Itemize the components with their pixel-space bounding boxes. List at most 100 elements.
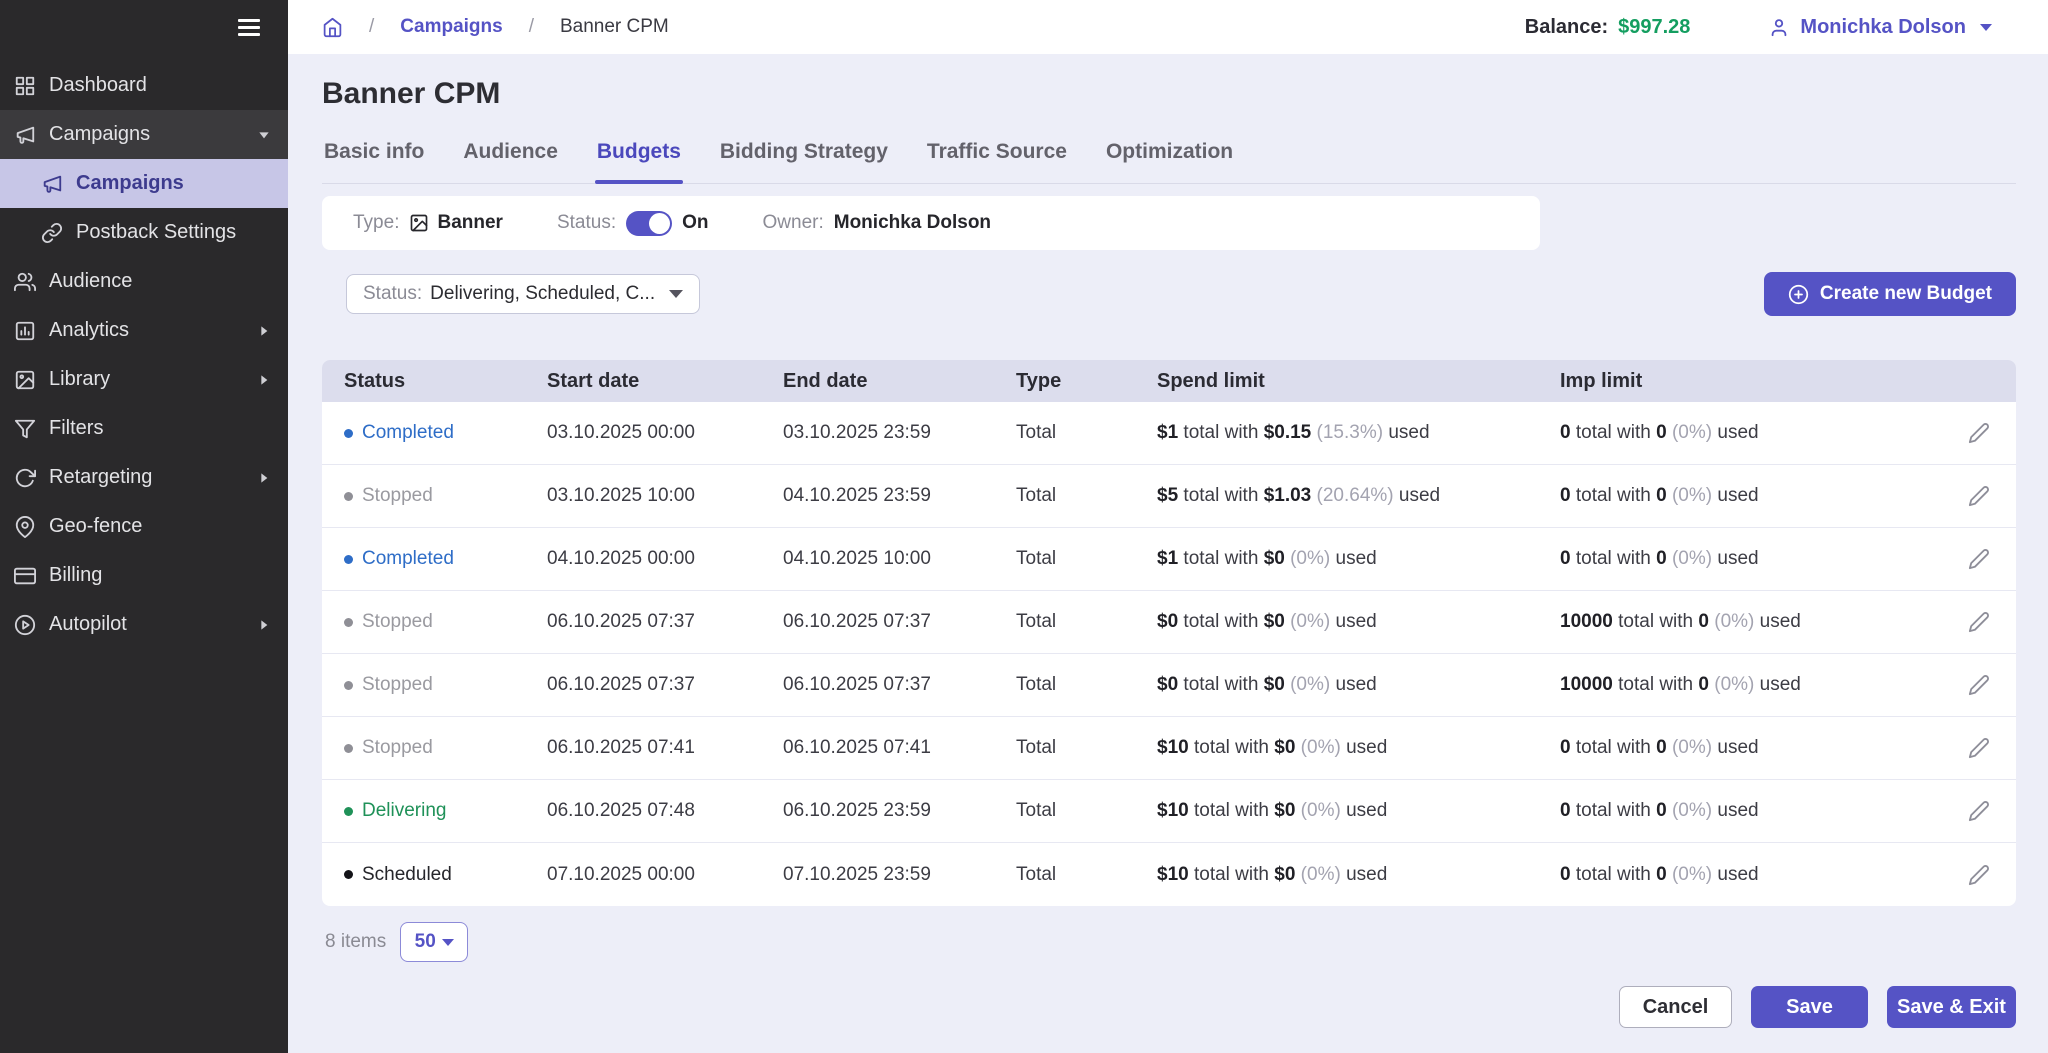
type-cell: Total (1016, 422, 1157, 444)
owner-value: Monichka Dolson (834, 212, 991, 234)
type-cell: Total (1016, 548, 1157, 570)
type-cell: Total (1016, 674, 1157, 696)
sidebar-item-geo-fence[interactable]: Geo-fence (0, 502, 288, 551)
pagination: 8 items 50 (322, 922, 2016, 962)
sidebar-item-campaigns-sub[interactable]: Campaigns (0, 159, 288, 208)
status-dot-icon (344, 681, 353, 690)
sidebar-item-autopilot[interactable]: Autopilot (0, 600, 288, 649)
chevron-down-icon (1980, 24, 1992, 31)
tab-bar: Basic info Audience Budgets Bidding Strateg… (322, 140, 2016, 184)
status-filter-value: Delivering, Scheduled, C... (430, 283, 655, 305)
sidebar-item-postback-settings[interactable]: Postback Settings (0, 208, 288, 257)
budget-filter-row: Status: Delivering, Scheduled, C... Crea… (322, 272, 2016, 316)
breadcrumb: / Campaigns / Banner CPM (322, 16, 669, 38)
tab-audience[interactable]: Audience (463, 140, 558, 183)
app-window: DashboardCampaignsCampaignsPostback Sett… (0, 0, 2048, 1053)
imp-limit-cell: 10000 total with 0 (0%) used (1560, 674, 1930, 696)
end-date-cell: 07.10.2025 23:59 (783, 864, 1016, 886)
tab-bidding-strategy[interactable]: Bidding Strategy (720, 140, 888, 183)
create-new-budget-button[interactable]: Create new Budget (1764, 272, 2016, 316)
start-date-cell: 07.10.2025 00:00 (547, 864, 783, 886)
sidebar-item-retargeting[interactable]: Retargeting (0, 453, 288, 502)
edit-budget-button[interactable] (1964, 544, 1994, 574)
save-button[interactable]: Save (1751, 986, 1868, 1028)
edit-budget-button[interactable] (1964, 481, 1994, 511)
status-label: Stopped (362, 674, 433, 696)
banner-type-icon (409, 213, 429, 233)
link-icon (41, 222, 63, 244)
budget-row: Stopped06.10.2025 07:3706.10.2025 07:37T… (322, 591, 2016, 654)
sidebar-item-billing[interactable]: Billing (0, 551, 288, 600)
home-icon[interactable] (322, 17, 343, 38)
spend-limit-cell: $10 total with $0 (0%) used (1157, 737, 1560, 759)
status-label: Scheduled (362, 864, 452, 886)
status-dot-icon (344, 429, 353, 438)
end-date-cell: 06.10.2025 07:41 (783, 737, 1016, 759)
column-header-imp-limit: Imp limit (1560, 370, 1930, 393)
page-size-value: 50 (415, 931, 436, 953)
tab-basic-info[interactable]: Basic info (324, 140, 424, 183)
pencil-icon (1968, 485, 1990, 507)
dashboard-icon (14, 75, 36, 97)
edit-budget-button[interactable] (1964, 418, 1994, 448)
spend-limit-cell: $0 total with $0 (0%) used (1157, 674, 1560, 696)
pencil-icon (1968, 422, 1990, 444)
breadcrumb-current: Banner CPM (560, 16, 669, 38)
edit-budget-button[interactable] (1964, 733, 1994, 763)
balance: Balance: $997.28 (1525, 16, 1691, 39)
sidebar-item-dashboard[interactable]: Dashboard (0, 61, 288, 110)
tab-budgets[interactable]: Budgets (597, 140, 681, 183)
save-and-exit-button[interactable]: Save & Exit (1887, 986, 2016, 1028)
billing-icon (14, 565, 36, 587)
sidebar-item-analytics[interactable]: Analytics (0, 306, 288, 355)
cancel-button[interactable]: Cancel (1619, 986, 1732, 1028)
chevron-right-icon (256, 470, 272, 486)
sidebar-item-filters[interactable]: Filters (0, 404, 288, 453)
sidebar-item-campaigns[interactable]: Campaigns (0, 110, 288, 159)
imp-limit-cell: 0 total with 0 (0%) used (1560, 485, 1930, 507)
end-date-cell: 04.10.2025 23:59 (783, 485, 1016, 507)
breadcrumb-campaigns-link[interactable]: Campaigns (400, 16, 502, 38)
sidebar-item-library[interactable]: Library (0, 355, 288, 404)
user-menu[interactable]: Monichka Dolson (1768, 16, 1992, 39)
budget-row: Scheduled 07.10.2025 00:0007.10.2025 23:5… (322, 843, 2016, 906)
edit-budget-button[interactable] (1964, 670, 1994, 700)
spend-limit-cell: $10 total with $0 (0%) used (1157, 864, 1560, 886)
sidebar-item-audience[interactable]: Audience (0, 257, 288, 306)
pencil-icon (1968, 800, 1990, 822)
pencil-icon (1968, 737, 1990, 759)
page-size-select[interactable]: 50 (400, 922, 468, 962)
edit-budget-button[interactable] (1964, 607, 1994, 637)
type-cell: Total (1016, 737, 1157, 759)
spend-limit-cell: $10 total with $0 (0%) used (1157, 800, 1560, 822)
chevron-right-icon (256, 372, 272, 388)
status-toggle[interactable] (626, 211, 672, 236)
status-label[interactable]: Completed (362, 422, 454, 444)
user-name: Monichka Dolson (1800, 16, 1966, 39)
status-label[interactable]: Completed (362, 548, 454, 570)
chevron-down-icon (256, 127, 272, 143)
status-label: Stopped (362, 611, 433, 633)
edit-budget-button[interactable] (1964, 796, 1994, 826)
sidebar-nav: DashboardCampaignsCampaignsPostback Sett… (0, 61, 288, 649)
status-filter-select[interactable]: Status: Delivering, Scheduled, C... (346, 274, 700, 314)
start-date-cell: 06.10.2025 07:41 (547, 737, 783, 759)
status-dot-icon (344, 618, 353, 627)
tab-optimization[interactable]: Optimization (1106, 140, 1233, 183)
hamburger-menu-icon[interactable] (234, 15, 264, 40)
column-header-type: Type (1016, 370, 1157, 393)
start-date-cell: 06.10.2025 07:37 (547, 674, 783, 696)
tab-traffic-source[interactable]: Traffic Source (927, 140, 1067, 183)
megaphone-icon (14, 124, 36, 146)
imp-limit-cell: 0 total with 0 (0%) used (1560, 548, 1930, 570)
sidebar-item-label: Audience (49, 270, 272, 293)
status-dot-icon (344, 555, 353, 564)
topbar: / Campaigns / Banner CPM Balance: $997.2… (288, 0, 2048, 54)
column-header-status: Status (344, 370, 547, 393)
sidebar-item-label: Retargeting (49, 466, 256, 489)
edit-budget-button[interactable] (1964, 860, 1994, 890)
type-label: Type: (353, 212, 399, 234)
status-cell: Stopped (344, 485, 547, 507)
status-label: Status: (557, 212, 616, 234)
imp-limit-cell: 0 total with 0 (0%) used (1560, 864, 1930, 886)
